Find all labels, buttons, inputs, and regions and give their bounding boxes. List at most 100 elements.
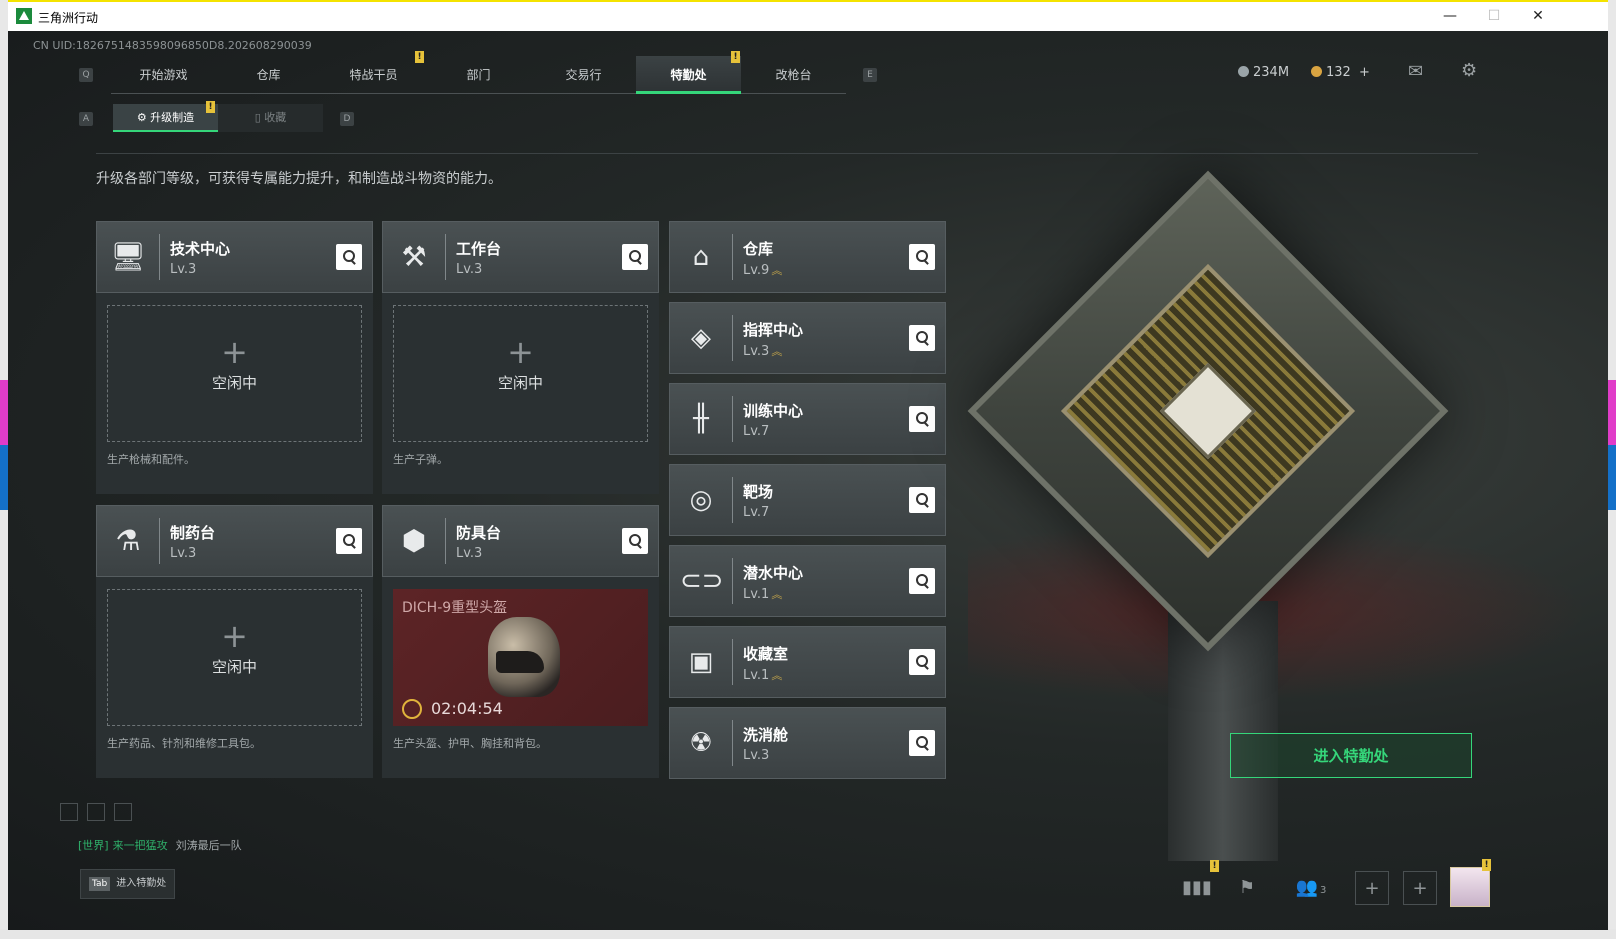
search-icon[interactable]	[909, 325, 935, 351]
facility-name: 靶场	[743, 483, 774, 501]
header-separator	[159, 234, 160, 280]
search-icon[interactable]	[909, 568, 935, 594]
coin-amount: 234M	[1253, 65, 1290, 80]
command-diamond-icon: ◈	[691, 323, 711, 353]
chat-option-box[interactable]	[87, 803, 105, 821]
nav-right-key-hint: E	[863, 68, 877, 82]
chat-option-box[interactable]	[60, 803, 78, 821]
tab-special-ops[interactable]: 特勤处	[636, 56, 741, 94]
subtab-upgrade-craft[interactable]: ⚙ 升级制造	[113, 104, 218, 132]
tab-trading[interactable]: 交易行	[531, 56, 636, 94]
title-bar: 三角洲行动 — ☐ ✕	[8, 2, 1608, 31]
tab-gunsmith[interactable]: 改枪台	[741, 56, 846, 94]
card-tech-center[interactable]: 🖥 技术中心 Lv.3 + 空闲中 生产枪械和配件。	[96, 221, 373, 494]
chat-sender: 来一把猛攻	[112, 839, 168, 852]
search-icon[interactable]	[622, 528, 648, 554]
facility-command-center[interactable]: ◈ 指挥中心 Lv.3 ︽	[669, 302, 946, 374]
subtab-collection[interactable]: ▯ 收藏	[218, 104, 323, 132]
idle-slot[interactable]: + 空闲中	[107, 589, 362, 726]
production-description: 生产子弹。	[393, 453, 448, 466]
tab-start-game[interactable]: 开始游戏	[111, 56, 216, 94]
facility-decon-chamber[interactable]: ☢ 洗消舱 Lv.3	[669, 707, 946, 779]
search-icon[interactable]	[622, 244, 648, 270]
facility-collection-room[interactable]: ▣ 收藏室 Lv.1 ︽	[669, 626, 946, 698]
tab-operators[interactable]: 特战干员	[321, 56, 426, 94]
invite-slot-1-button[interactable]: +	[1355, 871, 1389, 905]
search-icon[interactable]	[909, 406, 935, 432]
tab-enter-hint-button[interactable]: Tab 进入特勤处	[80, 869, 175, 899]
header-separator	[445, 234, 446, 280]
close-button[interactable]: ✕	[1516, 2, 1560, 31]
header-separator	[732, 639, 733, 685]
computer-icon: 🖥	[110, 240, 146, 273]
header-separator	[159, 518, 160, 564]
chat-line[interactable]: [世界] 来一把猛攻 刘涛最后一队	[78, 837, 242, 853]
page-description: 升级各部门等级，可获得专属能力提升，和制造战斗物资的能力。	[96, 171, 502, 187]
facility-warehouse[interactable]: ⌂ 仓库 Lv.9 ︽	[669, 221, 946, 293]
crafting-slot[interactable]: DICH-9重型头盔 02:04:54	[393, 589, 648, 726]
search-icon[interactable]	[909, 730, 935, 756]
desktop-right-blue	[1608, 445, 1616, 510]
facility-shooting-range[interactable]: ◎ 靶场 Lv.7	[669, 464, 946, 536]
flag-icon[interactable]: ⚑	[1230, 871, 1264, 905]
card-body: + 空闲中 生产药品、针剂和维修工具包。	[96, 577, 373, 778]
maximize-button[interactable]: ☐	[1472, 2, 1516, 31]
coin-balance[interactable]: 234M	[1238, 65, 1289, 80]
search-icon[interactable]	[336, 528, 362, 554]
app-logo-icon	[16, 8, 32, 24]
hammer-wrench-icon: ⚒	[401, 240, 427, 273]
game-viewport: CN UID:1826751483598096850D8.20260829003…	[8, 31, 1608, 930]
ticket-amount: 132	[1326, 65, 1351, 80]
level-text: Lv.1	[743, 668, 770, 683]
ticket-balance[interactable]: 132 +	[1311, 65, 1370, 80]
upgrade-available-icon: ︽	[771, 264, 783, 277]
stats-chart-icon[interactable]: ▮▮▮	[1180, 871, 1214, 905]
tab-department[interactable]: 部门	[426, 56, 531, 94]
crafting-item-name: DICH-9重型头盔	[402, 600, 508, 616]
operators-badge: !	[415, 51, 424, 63]
ticket-icon	[1311, 66, 1322, 77]
mail-icon[interactable]: ✉	[1408, 61, 1423, 82]
tab-warehouse[interactable]: 仓库	[216, 56, 321, 94]
card-armor-bench[interactable]: ⬢ 防具台 Lv.3 DICH-9重型头盔 02:04:54 生产头盔、护甲、胸…	[382, 505, 659, 778]
avatar[interactable]	[1450, 867, 1490, 907]
idle-slot[interactable]: + 空闲中	[393, 305, 648, 442]
invite-slot-2-button[interactable]: +	[1403, 871, 1437, 905]
header-separator	[732, 396, 733, 442]
search-icon[interactable]	[909, 244, 935, 270]
header-separator	[732, 477, 733, 523]
enter-special-ops-button[interactable]: 进入特勤处	[1230, 733, 1472, 778]
idle-status: 空闲中	[211, 658, 257, 676]
facility-diving-center[interactable]: ⊂⊃ 潜水中心 Lv.1 ︽	[669, 545, 946, 617]
settings-gear-icon[interactable]: ⚙	[1461, 60, 1477, 81]
upgrade-badge: !	[206, 101, 215, 113]
search-icon[interactable]	[909, 487, 935, 513]
facility-level: Lv.7	[743, 505, 771, 520]
minimize-button[interactable]: —	[1428, 2, 1472, 31]
level-text: Lv.7	[743, 424, 770, 439]
card-workbench[interactable]: ⚒ 工作台 Lv.3 + 空闲中 生产子弹。	[382, 221, 659, 494]
game-window: 三角洲行动 — ☐ ✕ CN UID:1826751483598096850D8…	[8, 2, 1608, 930]
friends-button[interactable]: 👥 3	[1288, 871, 1334, 905]
desktop-right-pink	[1608, 380, 1616, 445]
add-ticket-button[interactable]: +	[1359, 65, 1370, 80]
facility-training-center[interactable]: ╫ 训练中心 Lv.7	[669, 383, 946, 455]
card-header: 🖥 技术中心 Lv.3	[96, 221, 373, 293]
sub-nav: ⚙ 升级制造 ▯ 收藏	[113, 104, 323, 132]
production-description: 生产头盔、护甲、胸挂和背包。	[393, 737, 547, 750]
dumbbell-icon: ╫	[693, 404, 709, 434]
upgrade-available-icon: ︽	[771, 588, 783, 601]
special-ops-badge: !	[731, 51, 740, 63]
chat-option-box[interactable]	[114, 803, 132, 821]
card-pharmacy[interactable]: ⚗ 制药台 Lv.3 + 空闲中 生产药品、针剂和维修工具包。	[96, 505, 373, 778]
search-icon[interactable]	[909, 649, 935, 675]
upgrade-icon: ⚙	[136, 111, 151, 124]
search-icon[interactable]	[336, 244, 362, 270]
facility-name: 收藏室	[743, 645, 789, 663]
pharmacy-icon: ⚗	[115, 524, 141, 557]
chat-channel: [世界]	[78, 839, 109, 852]
idle-slot[interactable]: + 空闲中	[107, 305, 362, 442]
avatar-badge: !	[1482, 859, 1491, 871]
diving-mask-icon: ⊂⊃	[680, 566, 724, 596]
subnav-right-key-hint: D	[340, 112, 354, 126]
